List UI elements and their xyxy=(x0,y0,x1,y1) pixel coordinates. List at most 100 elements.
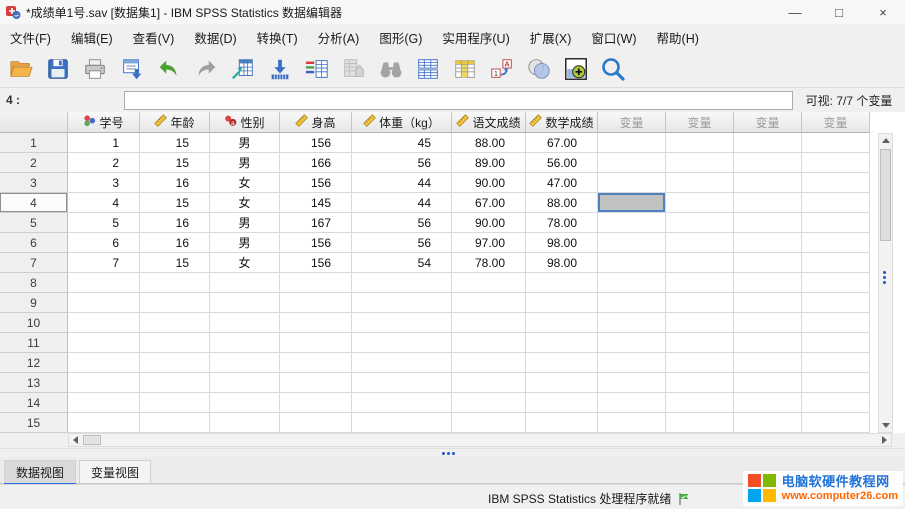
data-cell[interactable] xyxy=(734,173,802,193)
data-cell[interactable] xyxy=(68,393,140,413)
data-cell[interactable] xyxy=(802,373,870,393)
data-cell[interactable]: 45 xyxy=(352,133,452,153)
value-labels-icon[interactable]: 1A xyxy=(487,54,517,84)
data-cell[interactable] xyxy=(598,193,666,213)
scroll-right-arrow-icon[interactable] xyxy=(878,435,891,445)
data-cell[interactable] xyxy=(68,293,140,313)
data-cell[interactable] xyxy=(666,273,734,293)
row-header[interactable]: 5 xyxy=(0,213,68,233)
row-header[interactable]: 15 xyxy=(0,413,68,433)
data-cell[interactable] xyxy=(526,333,598,353)
data-cell[interactable]: 67.00 xyxy=(526,133,598,153)
vertical-split-handle[interactable] xyxy=(883,271,886,284)
column-header[interactable]: 年龄 xyxy=(140,112,210,133)
data-cell[interactable] xyxy=(802,293,870,313)
vertical-scroll-thumb[interactable] xyxy=(880,149,891,241)
data-cell[interactable] xyxy=(140,353,210,373)
menu-utilities[interactable]: 实用程序(U) xyxy=(442,28,509,47)
data-cell[interactable] xyxy=(598,313,666,333)
data-cell[interactable] xyxy=(734,373,802,393)
row-header[interactable]: 11 xyxy=(0,333,68,353)
data-cell[interactable] xyxy=(210,333,280,353)
menu-window[interactable]: 窗口(W) xyxy=(591,28,636,47)
data-cell[interactable] xyxy=(280,273,352,293)
data-cell[interactable]: 15 xyxy=(140,153,210,173)
data-cell[interactable] xyxy=(526,393,598,413)
scroll-down-arrow-icon[interactable] xyxy=(880,419,891,432)
data-cell[interactable] xyxy=(598,153,666,173)
data-cell[interactable] xyxy=(734,393,802,413)
data-cell[interactable]: 47.00 xyxy=(526,173,598,193)
data-cell[interactable] xyxy=(666,413,734,433)
data-cell[interactable] xyxy=(526,353,598,373)
data-cell[interactable] xyxy=(210,313,280,333)
data-cell[interactable] xyxy=(452,313,526,333)
data-cell[interactable] xyxy=(666,133,734,153)
data-cell[interactable]: 15 xyxy=(140,253,210,273)
data-cell[interactable]: 78.00 xyxy=(526,213,598,233)
data-cell[interactable]: 145 xyxy=(280,193,352,213)
data-cell[interactable] xyxy=(452,273,526,293)
data-cell[interactable] xyxy=(598,353,666,373)
column-header[interactable]: 语文成绩 xyxy=(452,112,526,133)
data-cell[interactable]: 156 xyxy=(280,173,352,193)
data-cell[interactable] xyxy=(140,313,210,333)
data-cell[interactable]: 166 xyxy=(280,153,352,173)
menu-extensions[interactable]: 扩展(X) xyxy=(530,28,572,47)
column-header[interactable]: 数学成绩 xyxy=(526,112,598,133)
menu-view[interactable]: 查看(V) xyxy=(133,28,175,47)
data-cell[interactable] xyxy=(210,413,280,433)
data-cell[interactable] xyxy=(280,333,352,353)
data-cell[interactable] xyxy=(140,373,210,393)
column-header[interactable]: a性别 xyxy=(210,112,280,133)
tab-data-view[interactable]: 数据视图 xyxy=(4,460,76,483)
data-cell[interactable] xyxy=(734,273,802,293)
data-cell[interactable]: 1 xyxy=(68,133,140,153)
data-cell[interactable] xyxy=(280,373,352,393)
data-cell[interactable] xyxy=(666,313,734,333)
data-cell[interactable] xyxy=(68,313,140,333)
data-cell[interactable] xyxy=(452,413,526,433)
data-cell[interactable] xyxy=(352,333,452,353)
data-cell[interactable] xyxy=(734,333,802,353)
data-cell[interactable] xyxy=(280,313,352,333)
data-cell[interactable] xyxy=(352,293,452,313)
data-cell[interactable] xyxy=(598,233,666,253)
data-cell[interactable] xyxy=(666,233,734,253)
data-cell[interactable]: 78.00 xyxy=(452,253,526,273)
data-cell[interactable] xyxy=(666,193,734,213)
pane-splitter[interactable] xyxy=(0,448,905,457)
data-cell[interactable] xyxy=(352,273,452,293)
data-cell[interactable] xyxy=(352,393,452,413)
data-cell[interactable]: 16 xyxy=(140,173,210,193)
data-cell[interactable] xyxy=(802,233,870,253)
column-header-placeholder[interactable]: 变量 xyxy=(666,112,734,133)
column-header-placeholder[interactable]: 变量 xyxy=(598,112,666,133)
data-cell[interactable] xyxy=(598,333,666,353)
data-cell[interactable] xyxy=(666,293,734,313)
data-cell[interactable] xyxy=(140,393,210,413)
undo-icon[interactable] xyxy=(154,54,184,84)
row-header[interactable]: 1 xyxy=(0,133,68,153)
variables-icon[interactable] xyxy=(302,54,332,84)
row-header[interactable]: 7 xyxy=(0,253,68,273)
row-header[interactable]: 2 xyxy=(0,153,68,173)
data-cell[interactable] xyxy=(68,413,140,433)
data-cell[interactable]: 167 xyxy=(280,213,352,233)
menu-data[interactable]: 数据(D) xyxy=(194,28,236,47)
vertical-scrollbar[interactable] xyxy=(878,133,893,433)
row-header[interactable]: 9 xyxy=(0,293,68,313)
row-header[interactable]: 14 xyxy=(0,393,68,413)
data-cell[interactable]: 6 xyxy=(68,233,140,253)
data-cell[interactable] xyxy=(140,413,210,433)
data-cell[interactable] xyxy=(210,293,280,313)
data-cell[interactable] xyxy=(802,133,870,153)
show-all-variables-icon[interactable] xyxy=(561,54,591,84)
data-cell[interactable]: 7 xyxy=(68,253,140,273)
goto-case-icon[interactable] xyxy=(228,54,258,84)
data-cell[interactable]: 156 xyxy=(280,133,352,153)
data-cell[interactable] xyxy=(598,293,666,313)
horizontal-split-handle[interactable] xyxy=(442,452,455,455)
column-header-placeholder[interactable]: 变量 xyxy=(802,112,870,133)
data-cell[interactable] xyxy=(666,153,734,173)
